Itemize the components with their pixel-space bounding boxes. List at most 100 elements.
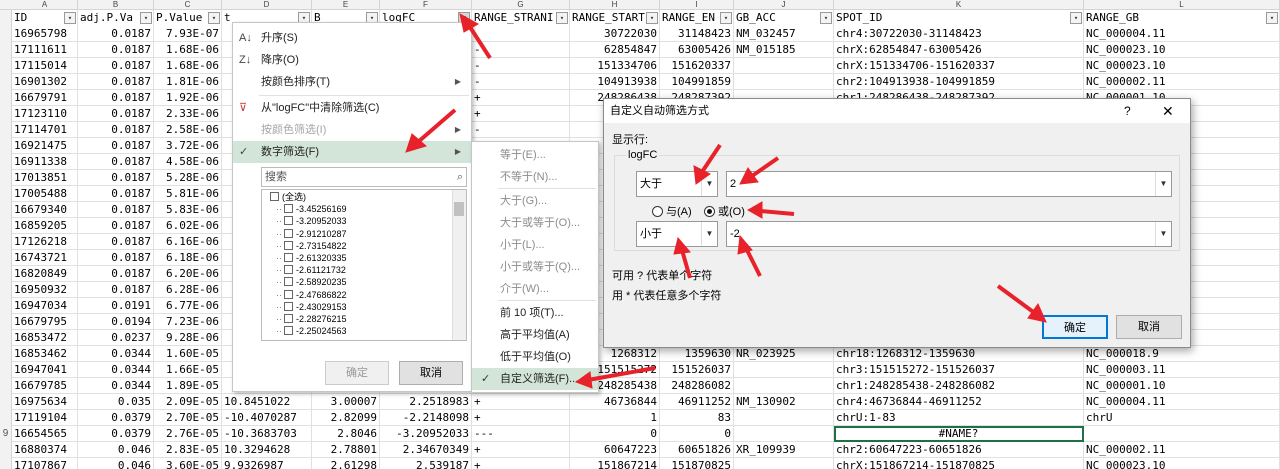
table-cell[interactable]: 16911338 [12,154,78,170]
row-number[interactable] [0,170,12,186]
table-cell[interactable]: 6.18E-06 [154,250,222,266]
row-number[interactable] [0,90,12,106]
row-number[interactable] [0,410,12,426]
row-number[interactable] [0,26,12,42]
dialog-cancel-button[interactable]: 取消 [1116,315,1182,339]
row-number[interactable] [0,314,12,330]
table-cell[interactable]: 30722030 [570,26,660,42]
table-cell[interactable]: 2.82099 [312,410,380,426]
filter-dropdown-icon[interactable]: ▾ [556,12,568,24]
table-cell[interactable]: 16880374 [12,442,78,458]
checkbox[interactable] [284,265,293,275]
table-cell[interactable]: 0.0187 [78,234,154,250]
table-cell[interactable]: 0.0237 [78,330,154,346]
table-cell[interactable]: NC_000003.11 [1084,362,1280,378]
row-number[interactable] [0,234,12,250]
column-letter-a[interactable]: A [12,0,78,10]
table-cell[interactable]: chr4:30722030-31148423 [834,26,1084,42]
filter-search-input[interactable]: 搜索 ⌕ [261,167,467,187]
table-cell[interactable]: 0.0379 [78,426,154,442]
filter-dropdown-icon[interactable]: ▾ [720,12,732,24]
filter-dropdown-icon[interactable]: ▾ [820,12,832,24]
table-cell[interactable]: 16743721 [12,250,78,266]
table-cell[interactable]: 1.92E-06 [154,90,222,106]
filter-value-item[interactable]: ·· -3.45256169 [276,204,347,215]
table-cell[interactable]: 16947034 [12,298,78,314]
column-letter-c[interactable]: C [154,0,222,10]
table-cell[interactable]: 2.33E-06 [154,106,222,122]
filter-dropdown-icon[interactable]: ▾ [1266,12,1278,24]
table-cell[interactable]: + [472,394,570,410]
table-cell[interactable]: --- [472,426,570,442]
filter-value-item[interactable]: ·· -2.58920235 [276,277,347,288]
table-cell[interactable]: 0.0187 [78,74,154,90]
table-cell[interactable]: + [472,442,570,458]
column-header-cell[interactable]: RANGE_EN ▾ [660,10,734,26]
table-cell[interactable]: 2.34670349 [380,442,472,458]
table-cell[interactable]: 2.61298 [312,458,380,469]
table-cell[interactable]: 2.83E-05 [154,442,222,458]
table-cell[interactable]: NC_000023.10 [1084,58,1280,74]
table-cell[interactable]: 16921475 [12,138,78,154]
table-cell[interactable]: 16965798 [12,26,78,42]
table-cell[interactable]: 17123110 [12,106,78,122]
table-cell[interactable]: 16679791 [12,90,78,106]
table-cell[interactable]: 17107867 [12,458,78,469]
table-cell[interactable]: NC_000004.11 [1084,394,1280,410]
menu-sort-ascending[interactable]: A↓ 升序(S) [233,27,471,49]
table-cell[interactable]: 2.76E-05 [154,426,222,442]
row-number[interactable] [0,74,12,90]
table-cell[interactable]: 104913938 [570,74,660,90]
table-cell[interactable]: 16820849 [12,266,78,282]
row-number[interactable] [0,266,12,282]
table-cell[interactable]: 1359630 [660,346,734,362]
column-header-cell[interactable]: RANGE_GB ▾ [1084,10,1280,26]
table-cell[interactable] [734,458,834,469]
table-cell[interactable]: 0.0187 [78,186,154,202]
table-cell[interactable]: 2.8046 [312,426,380,442]
operator2-select[interactable]: 小于 ▼ [636,221,718,247]
table-cell[interactable]: 16975634 [12,394,78,410]
table-cell[interactable]: 46736844 [570,394,660,410]
table-cell[interactable]: 16679340 [12,202,78,218]
table-cell[interactable]: 9.28E-06 [154,330,222,346]
table-cell[interactable]: 0.0187 [78,202,154,218]
filter-dropdown-icon[interactable]: ▾ [646,12,658,24]
row-number[interactable] [0,186,12,202]
filter-value-item[interactable]: ·· -3.20952033 [276,216,347,227]
column-letter-b[interactable]: B [78,0,154,10]
row-number[interactable] [0,442,12,458]
table-cell[interactable]: 1 [570,410,660,426]
table-cell[interactable]: 6.16E-06 [154,234,222,250]
table-cell[interactable]: -10.4070287 [222,410,312,426]
table-cell[interactable]: NC_000023.10 [1084,458,1280,469]
table-cell[interactable]: 0.0187 [78,122,154,138]
table-cell[interactable]: NC_000004.11 [1084,26,1280,42]
table-cell[interactable]: 0.0187 [78,250,154,266]
table-cell[interactable]: 6.28E-06 [154,282,222,298]
table-cell[interactable]: 17119104 [12,410,78,426]
column-header-cell[interactable]: RANGE_START ▾ [570,10,660,26]
column-header-cell[interactable]: GB_ACC ▾ [734,10,834,26]
table-cell[interactable]: + [472,458,570,469]
checkbox[interactable] [284,301,293,311]
filter-cancel-button[interactable]: 取消 [399,361,463,385]
menu-number-filters[interactable]: ✓ 数字筛选(F) ▶ [233,141,471,163]
row-number[interactable] [0,202,12,218]
table-cell[interactable]: chrX:151867214-151870825 [834,458,1084,469]
row-number[interactable] [0,394,12,410]
table-cell[interactable]: chr2:60647223-60651826 [834,442,1084,458]
table-cell[interactable]: NC_000002.11 [1084,442,1280,458]
checkbox[interactable] [270,192,279,201]
table-cell[interactable]: 5.83E-06 [154,202,222,218]
row-number[interactable] [0,362,12,378]
submenu-item[interactable]: 不等于(N)... [472,166,598,188]
table-cell[interactable]: 0.046 [78,458,154,469]
table-cell[interactable] [734,362,834,378]
table-cell[interactable]: 17114701 [12,122,78,138]
table-cell[interactable] [472,26,570,42]
table-cell[interactable]: 0.0187 [78,170,154,186]
column-header-cell[interactable]: RANGE_STRANI ▾ [472,10,570,26]
table-cell[interactable]: 0.0187 [78,42,154,58]
table-cell[interactable]: chr3:151515272-151526037 [834,362,1084,378]
